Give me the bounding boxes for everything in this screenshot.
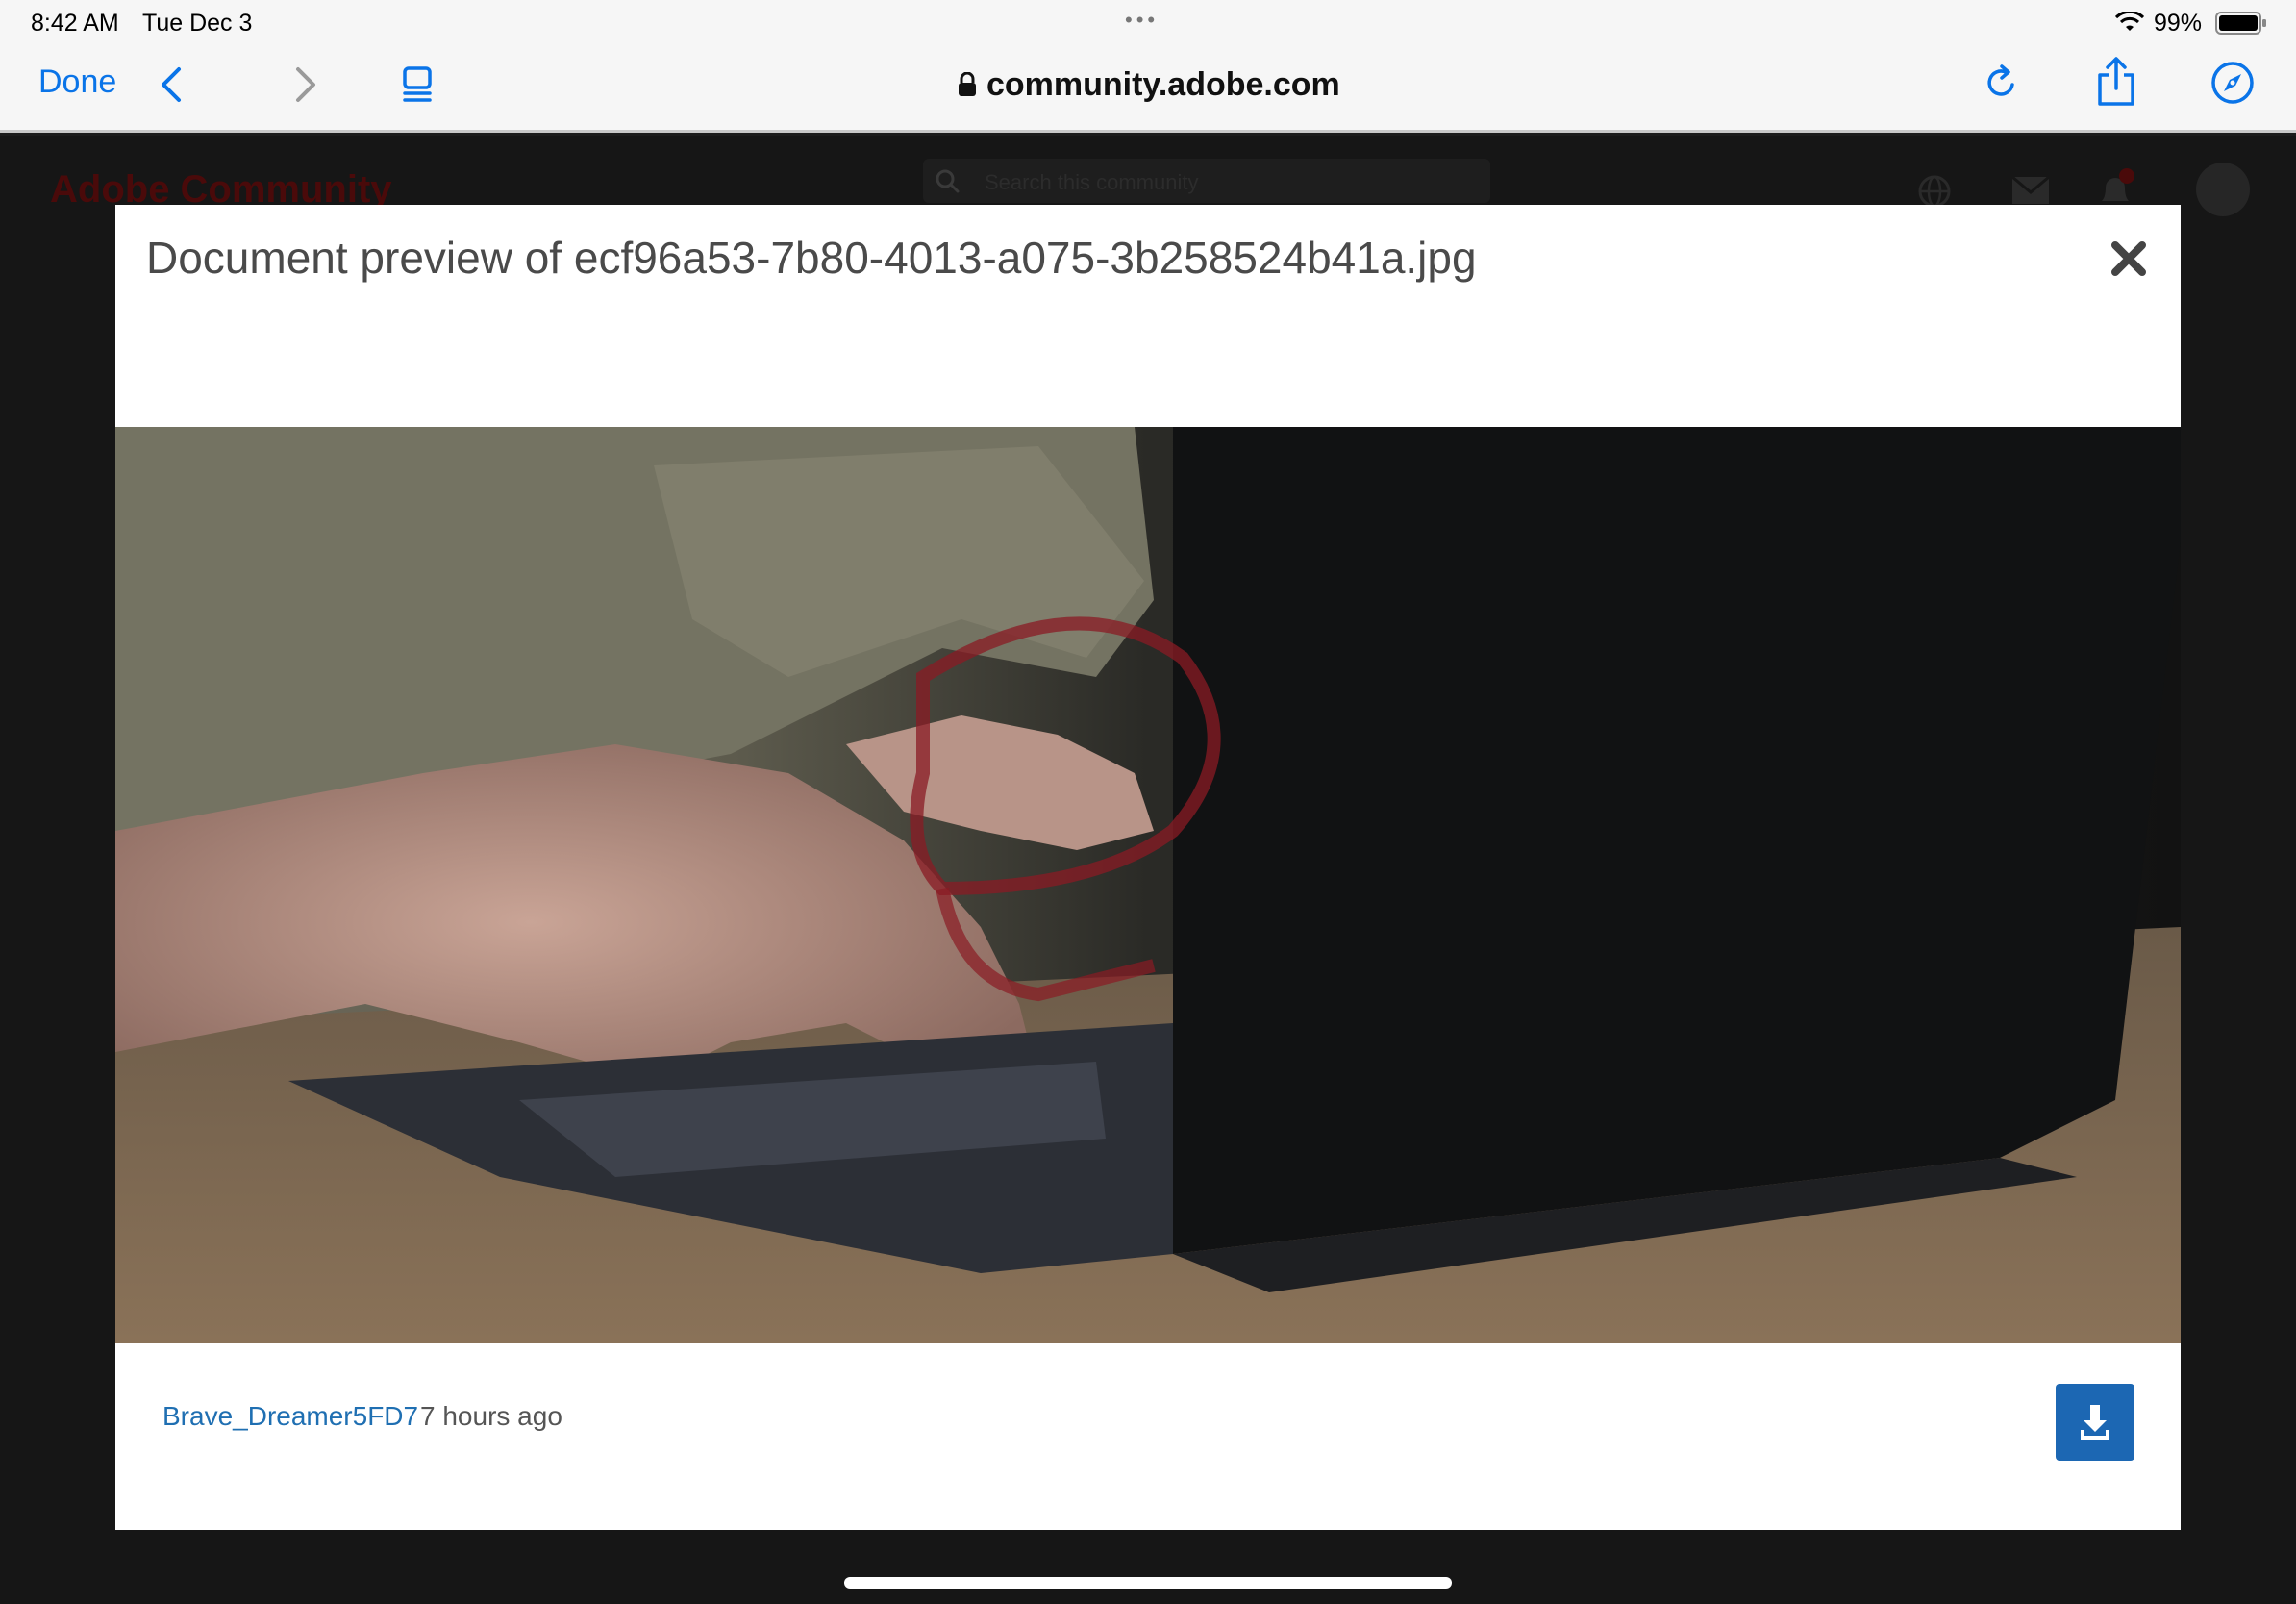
notifications-icon — [2102, 168, 2134, 201]
battery-percent: 99% — [2154, 10, 2203, 37]
reload-icon[interactable] — [1983, 62, 2021, 104]
globe-icon — [1918, 175, 1951, 208]
back-icon[interactable] — [154, 63, 187, 106]
search-placeholder: Search this community — [985, 170, 1199, 194]
browser-toolbar: Done community.adobe.com — [0, 44, 2296, 133]
done-button[interactable]: Done — [38, 63, 116, 101]
wifi-icon — [2115, 12, 2144, 31]
home-indicator[interactable] — [844, 1577, 1452, 1589]
download-icon — [2081, 1405, 2109, 1440]
status-bar: 8:42 AM Tue Dec 3 ••• 99% — [0, 0, 2296, 44]
multitasking-dots-icon[interactable]: ••• — [1125, 8, 1159, 33]
close-button[interactable] — [2108, 238, 2150, 280]
compass-icon[interactable] — [2209, 60, 2256, 106]
address-bar[interactable]: community.adobe.com — [958, 63, 1340, 106]
avatar — [2196, 163, 2250, 216]
close-icon — [2111, 241, 2146, 276]
laptop-typing-photo — [115, 427, 2181, 1343]
modal-title: Document preview of ecf96a53-7b80-4013-a… — [146, 233, 1477, 283]
status-time: 8:42 AM — [31, 10, 119, 37]
author-link[interactable]: Brave_Dreamer5FD7 — [162, 1401, 418, 1432]
mail-icon — [2011, 176, 2050, 204]
battery-icon — [2215, 12, 2266, 35]
tabs-icon[interactable] — [400, 63, 435, 106]
forward-icon[interactable] — [290, 63, 323, 106]
community-search-input: Search this community — [923, 159, 1490, 203]
download-button[interactable] — [2056, 1384, 2134, 1461]
status-date: Tue Dec 3 — [142, 10, 253, 37]
document-preview-modal: Document preview of ecf96a53-7b80-4013-a… — [115, 205, 2181, 1530]
preview-image — [115, 427, 2181, 1343]
share-icon[interactable] — [2094, 56, 2138, 108]
modal-footer: Brave_Dreamer5FD7 7 hours ago — [115, 1343, 2181, 1530]
post-time: 7 hours ago — [420, 1401, 562, 1431]
search-icon — [936, 169, 960, 193]
url-text: community.adobe.com — [986, 65, 1340, 103]
lock-icon — [959, 72, 976, 96]
